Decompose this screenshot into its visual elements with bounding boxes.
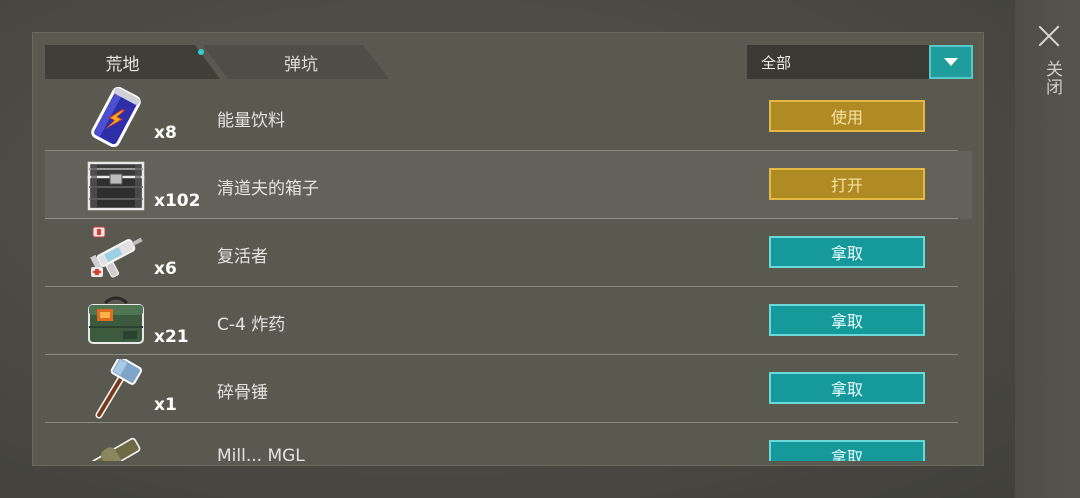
button-label: 拿取 bbox=[830, 448, 863, 461]
list-item: x6 复活者 拿取 bbox=[45, 219, 972, 287]
reviver-syringe-icon bbox=[90, 226, 143, 278]
bone-hammer-icon bbox=[95, 359, 143, 419]
button-label: 拿取 bbox=[830, 244, 863, 263]
list-item: Mill... MGL 拿取 bbox=[45, 423, 972, 461]
list-item: x8 能量饮料 使用 bbox=[45, 83, 972, 151]
list-item: x1 碎骨锤 拿取 bbox=[45, 355, 972, 423]
item-quantity: x102 bbox=[154, 191, 201, 211]
c4-explosive-icon bbox=[88, 296, 144, 344]
take-button[interactable]: 拿取 bbox=[769, 304, 925, 336]
item-name: 碎骨锤 bbox=[217, 383, 268, 403]
list-item: x21 C-4 炸药 拿取 bbox=[45, 287, 972, 355]
item-quantity: x1 bbox=[154, 395, 177, 415]
energy-drink-icon bbox=[91, 87, 141, 147]
scavenger-box-icon bbox=[87, 161, 145, 211]
filter-selected: 全部 bbox=[761, 53, 792, 72]
dropdown-button[interactable] bbox=[929, 45, 973, 79]
mill-mgl-icon bbox=[90, 437, 141, 461]
use-button[interactable]: 使用 bbox=[769, 100, 925, 132]
open-button[interactable]: 打开 bbox=[769, 168, 925, 200]
tab-label: 弹坑 bbox=[284, 54, 318, 75]
take-button[interactable]: 拿取 bbox=[769, 440, 925, 461]
item-name: 复活者 bbox=[217, 247, 268, 267]
item-name: 能量饮料 bbox=[217, 111, 285, 131]
take-button[interactable]: 拿取 bbox=[769, 236, 925, 268]
take-button[interactable]: 拿取 bbox=[769, 372, 925, 404]
filter-dropdown[interactable]: 全部 bbox=[747, 45, 973, 79]
close-icon[interactable] bbox=[1037, 24, 1061, 48]
item-quantity: x8 bbox=[154, 123, 177, 143]
button-label: 打开 bbox=[830, 176, 863, 195]
notification-dot bbox=[198, 49, 204, 55]
tab-crater[interactable]: 弹坑 bbox=[203, 45, 389, 79]
button-label: 拿取 bbox=[830, 312, 863, 331]
button-label: 使用 bbox=[830, 108, 863, 127]
close-label[interactable]: 关闭 bbox=[1037, 60, 1062, 96]
loot-panel: 弹坑 荒地 全部 x8 能量饮料 使用 x102 清道夫的箱子 打开 x6 复活… bbox=[32, 32, 984, 466]
item-name: Mill... MGL bbox=[217, 446, 305, 461]
tab-bar: 弹坑 荒地 bbox=[45, 45, 390, 79]
item-name: 清道夫的箱子 bbox=[217, 179, 319, 199]
list-item: x102 清道夫的箱子 打开 bbox=[45, 151, 972, 219]
item-quantity: x21 bbox=[154, 327, 189, 347]
item-name: C-4 炸药 bbox=[217, 315, 286, 335]
loot-screen: 关闭 弹坑 荒地 全部 x8 能量饮料 使用 x102 清道夫的箱子 打开 x6… bbox=[0, 0, 1080, 498]
chevron-down-icon bbox=[944, 57, 958, 66]
tab-wasteland[interactable]: 荒地 bbox=[45, 45, 220, 79]
button-label: 拿取 bbox=[830, 380, 863, 399]
item-quantity: x6 bbox=[154, 259, 177, 279]
tab-label: 荒地 bbox=[105, 54, 140, 75]
item-list[interactable]: x8 能量饮料 使用 x102 清道夫的箱子 打开 x6 复活者 拿取 x21 … bbox=[45, 83, 972, 461]
